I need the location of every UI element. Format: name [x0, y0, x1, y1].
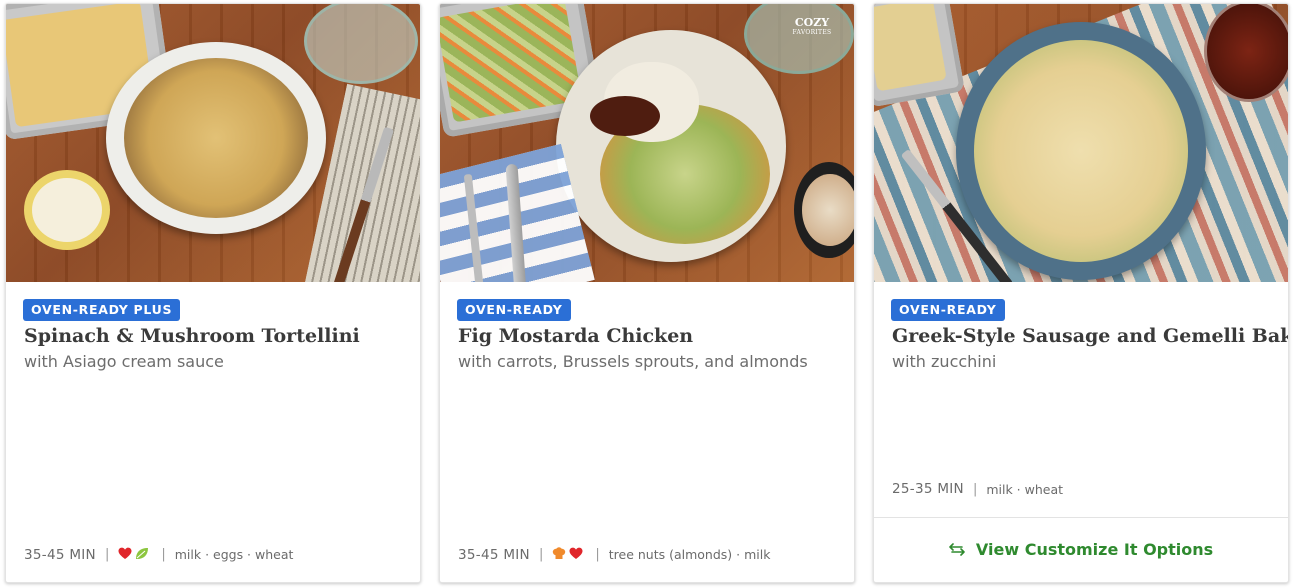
view-customize-options-link[interactable]: View Customize It Options — [874, 540, 1288, 559]
meal-photo[interactable] — [6, 4, 420, 282]
leaf-icon — [135, 545, 149, 564]
allergen-list: milk · eggs · wheat — [174, 547, 294, 562]
cook-time: 35-45 MIN — [24, 546, 96, 563]
meal-meta: 35-45 MIN | | milk · eggs · wheat — [24, 545, 294, 564]
meal-card[interactable]: OVEN-READY PLUS Spinach & Mushroom Torte… — [5, 3, 421, 583]
meal-title[interactable]: Spinach & Mushroom Tortellini — [24, 325, 360, 347]
water-glass — [304, 4, 418, 84]
water-glass — [744, 4, 854, 74]
cook-time: 35-45 MIN — [458, 546, 530, 563]
swap-arrows-icon — [949, 540, 970, 559]
meal-type-badge: OVEN-READY — [457, 299, 571, 321]
tea-glass — [1204, 4, 1288, 102]
meal-subtitle: with carrots, Brussels sprouts, and almo… — [458, 352, 808, 371]
meal-type-badge: OVEN-READY — [891, 299, 1005, 321]
meal-subtitle: with zucchini — [892, 352, 997, 371]
meal-meta: 25-35 MIN | milk · wheat — [892, 481, 1064, 497]
cook-time: 25-35 MIN — [892, 481, 964, 497]
meal-meta: 35-45 MIN | | tree nuts (almonds) · milk — [458, 545, 771, 564]
allergen-list: tree nuts (almonds) · milk — [608, 547, 771, 562]
heart-icon — [569, 545, 583, 564]
heart-icon — [118, 545, 132, 564]
meal-title[interactable]: Greek-Style Sausage and Gemelli Bake — [892, 325, 1288, 347]
chef-hat-icon — [552, 545, 566, 564]
meal-subtitle: with Asiago cream sauce — [24, 352, 224, 371]
meal-photo[interactable] — [874, 4, 1288, 282]
divider — [874, 517, 1288, 518]
cozy-favorites-stamp: COZY FAVORITES — [792, 16, 832, 36]
meal-card[interactable]: OVEN-READY Greek-Style Sausage and Gemel… — [873, 3, 1289, 583]
meal-card[interactable]: COZY FAVORITES OVEN-READY Fig Mostarda C… — [439, 3, 855, 583]
allergen-list: milk · wheat — [986, 481, 1064, 497]
meal-title[interactable]: Fig Mostarda Chicken — [458, 325, 693, 347]
customize-label[interactable]: View Customize It Options — [976, 540, 1213, 559]
meal-photo[interactable]: COZY FAVORITES — [440, 4, 854, 282]
meal-type-badge: OVEN-READY PLUS — [23, 299, 181, 321]
